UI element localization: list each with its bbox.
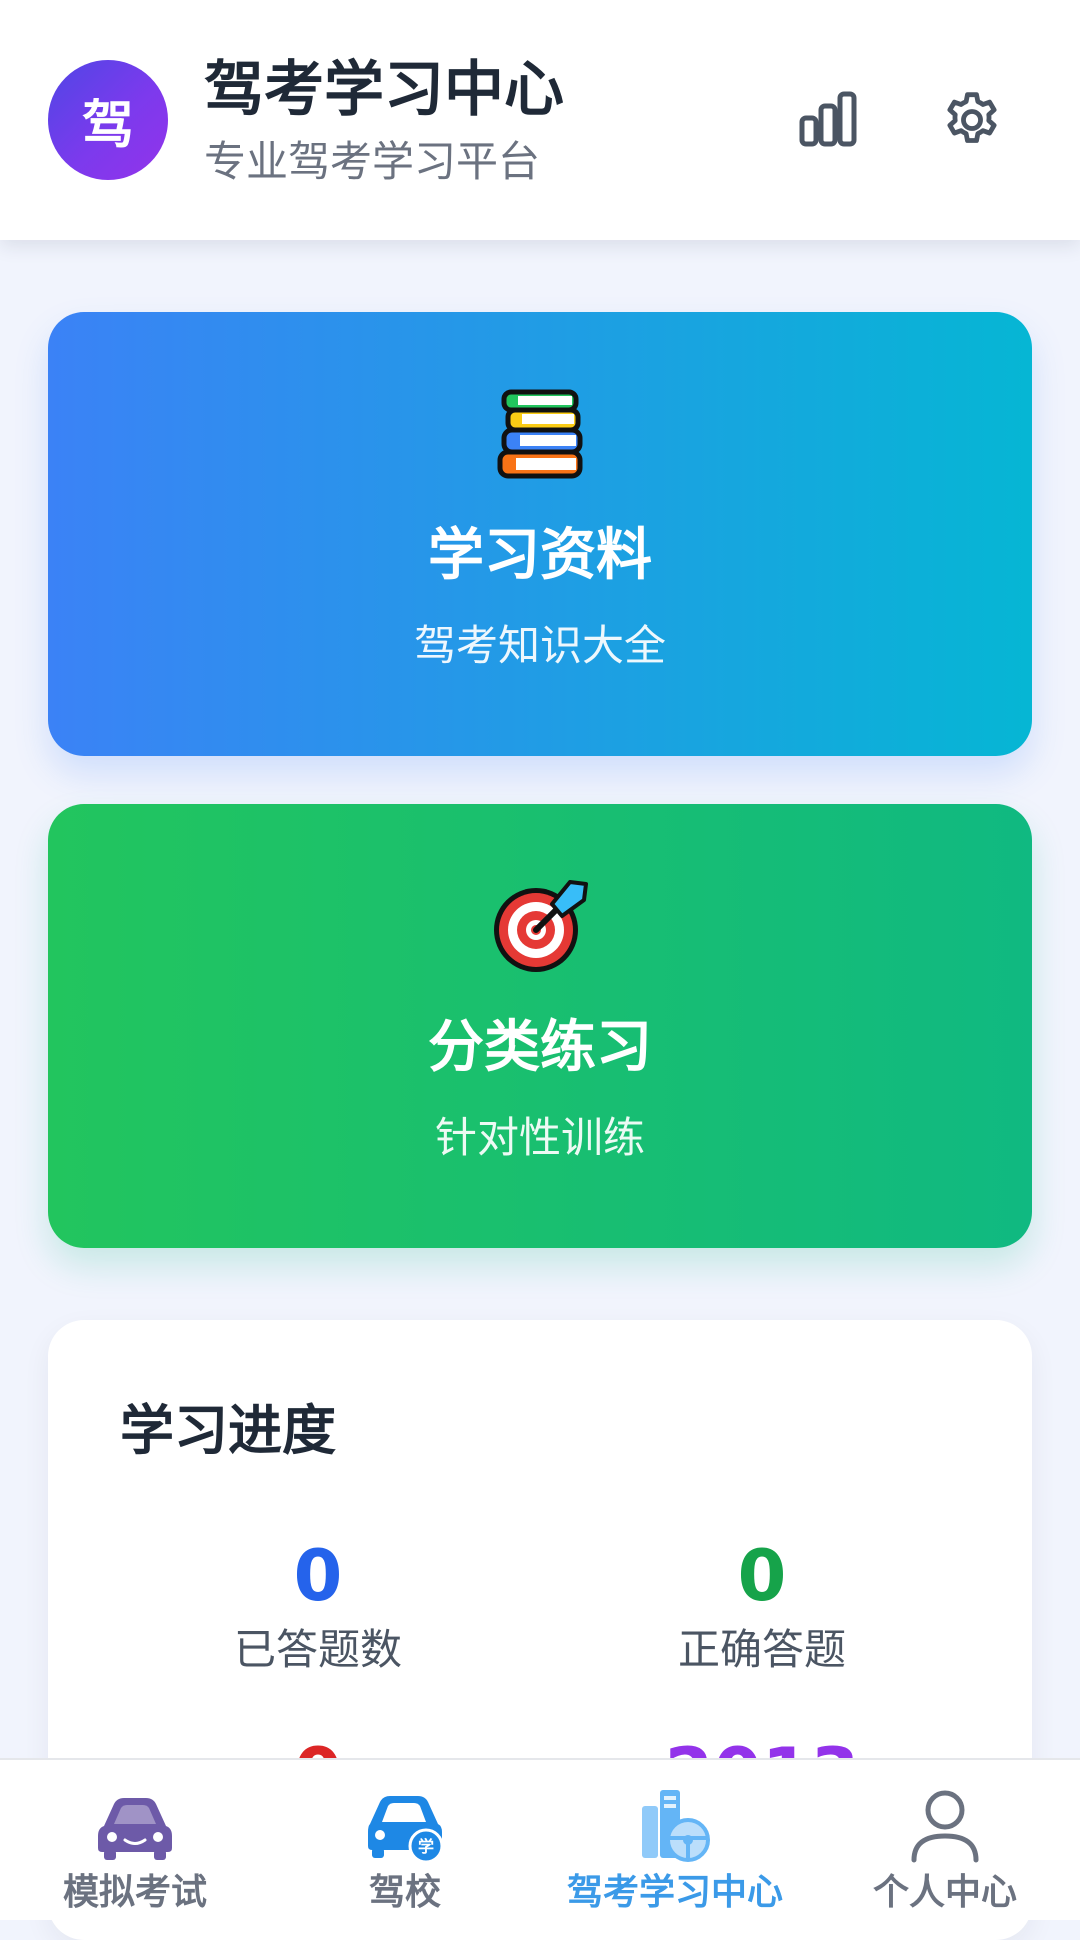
- driving-school-icon: 学: [368, 1796, 444, 1864]
- answered-count-label: 已答题数: [233, 1625, 402, 1674]
- bar-chart-icon: [799, 91, 857, 147]
- study-materials-card[interactable]: 学习资料 驾考知识大全: [48, 312, 1032, 756]
- app-logo: 驾: [48, 60, 168, 180]
- answered-count-value: 0: [293, 1535, 343, 1617]
- tab-study-center-label: 驾考学习中心: [566, 1872, 783, 1913]
- app-header: 驾 驾考学习中心 专业驾考学习平台: [0, 0, 1080, 240]
- tab-study-center[interactable]: 驾考学习中心: [540, 1760, 810, 1922]
- page-subtitle: 专业驾考学习平台: [204, 137, 541, 186]
- correct-count-label: 正确答题: [677, 1625, 846, 1674]
- practice-card-subtitle: 针对性训练: [434, 1113, 645, 1162]
- bottom-tab-bar: 模拟考试 学 驾校 驾考学习中心 个人中心: [0, 1758, 1080, 1920]
- target-icon: [494, 880, 588, 972]
- page-title: 驾考学习中心: [204, 55, 564, 125]
- category-practice-card[interactable]: 分类练习 针对性训练: [48, 804, 1032, 1248]
- answered-count-stat: 0 已答题数: [158, 1534, 478, 1680]
- tab-driving-school[interactable]: 学 驾校: [270, 1760, 540, 1922]
- progress-title: 学习进度: [120, 1399, 336, 1462]
- books-icon: [497, 389, 583, 479]
- practice-card-title: 分类练习: [428, 1015, 652, 1080]
- tab-mock-exam-label: 模拟考试: [62, 1872, 207, 1913]
- svg-text:学: 学: [418, 1837, 434, 1856]
- stats-button[interactable]: [792, 84, 864, 156]
- correct-count-stat: 0 正确答题: [602, 1534, 922, 1680]
- settings-button[interactable]: [936, 84, 1008, 156]
- gear-icon: [947, 92, 997, 143]
- tab-profile[interactable]: 个人中心: [810, 1760, 1080, 1922]
- tab-profile-label: 个人中心: [872, 1872, 1017, 1913]
- tab-mock-exam[interactable]: 模拟考试: [0, 1760, 270, 1922]
- user-icon: [911, 1790, 979, 1863]
- tab-driving-school-label: 驾校: [368, 1872, 441, 1913]
- study-card-title: 学习资料: [428, 523, 652, 588]
- study-center-icon: [642, 1790, 710, 1862]
- study-card-subtitle: 驾考知识大全: [413, 621, 666, 670]
- car-icon: [98, 1798, 172, 1860]
- logo-text: 驾: [81, 95, 134, 156]
- correct-count-value: 0: [737, 1535, 787, 1617]
